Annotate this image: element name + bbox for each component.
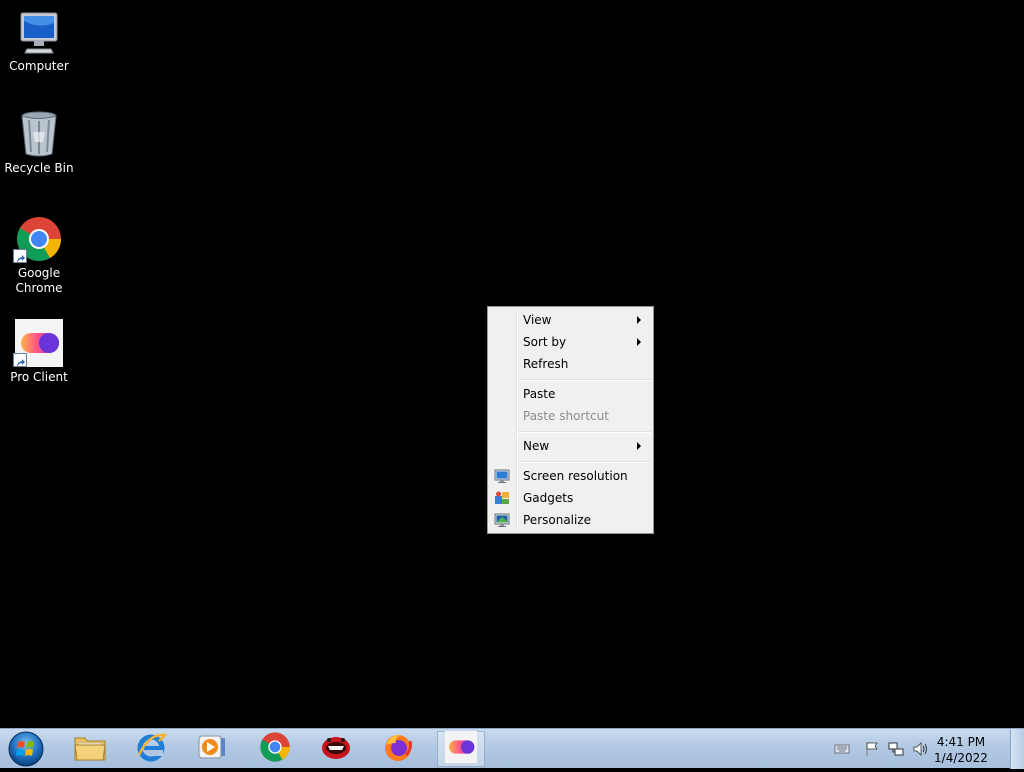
taskbar-media-player[interactable]	[188, 731, 236, 767]
desktop-icon-google-chrome[interactable]: Google Chrome	[1, 215, 77, 296]
chrome-icon	[13, 215, 63, 263]
clock-date: 1/4/2022	[934, 751, 988, 765]
menu-item-label: View	[523, 313, 552, 327]
menu-separator	[518, 461, 651, 463]
submenu-arrow-icon	[637, 316, 641, 324]
menu-item-paste[interactable]: Paste	[490, 383, 651, 405]
show-desktop-button[interactable]	[1010, 729, 1024, 769]
network-icon[interactable]	[888, 741, 904, 757]
chrome-icon	[259, 731, 291, 767]
menu-item-screen-resolution[interactable]: Screen resolution	[490, 465, 651, 487]
taskbar-firefox[interactable]	[374, 731, 422, 767]
pro-client-icon	[13, 319, 63, 367]
menu-item-label: Screen resolution	[523, 469, 628, 483]
taskbar-windows-explorer[interactable]	[66, 731, 114, 767]
menu-item-label: Gadgets	[523, 491, 574, 505]
keyboard-icon[interactable]	[834, 741, 850, 757]
menu-item-refresh[interactable]: Refresh	[490, 353, 651, 375]
menu-item-paste-shortcut[interactable]: Paste shortcut	[490, 405, 651, 427]
menu-separator	[518, 431, 651, 433]
system-tray: 4:41 PM 1/4/2022	[824, 729, 1024, 769]
desktop-icon-label: Pro Client	[10, 370, 68, 384]
menu-item-label: Sort by	[523, 335, 567, 349]
desktop-icon-computer[interactable]: Computer	[1, 8, 77, 74]
desktop-icon-label: Google Chrome	[15, 266, 63, 295]
desktop[interactable]: Computer Recycle Bin Google Chrome Pro C…	[0, 0, 1024, 728]
menu-item-sort-by[interactable]: Sort by	[490, 331, 651, 353]
desktop-context-menu: View Sort by Refresh Paste Paste shortcu…	[487, 306, 654, 534]
menu-item-gadgets[interactable]: Gadgets	[490, 487, 651, 509]
menu-separator	[518, 379, 651, 381]
recycle-bin-icon	[15, 110, 63, 158]
desktop-icon-recycle-bin[interactable]: Recycle Bin	[1, 110, 77, 176]
media-player-icon	[197, 733, 227, 765]
menu-item-label: New	[523, 439, 550, 453]
personalize-icon	[494, 512, 510, 528]
gadgets-icon	[494, 490, 510, 506]
submenu-arrow-icon	[637, 442, 641, 450]
desktop-icon-label: Computer	[9, 59, 69, 73]
computer-icon	[15, 8, 63, 56]
shortcut-arrow-icon	[13, 249, 27, 263]
red-app-icon	[320, 731, 352, 767]
menu-item-label: Paste shortcut	[523, 409, 609, 423]
taskbar: 4:41 PM 1/4/2022	[0, 728, 1024, 769]
menu-item-label: Personalize	[523, 513, 592, 527]
action-center-flag-icon[interactable]	[864, 741, 880, 757]
desktop-icon-label: Recycle Bin	[4, 161, 74, 175]
taskbar-internet-explorer[interactable]	[127, 731, 175, 767]
menu-item-label: Paste	[523, 387, 556, 401]
taskbar-red-app[interactable]	[312, 731, 360, 767]
shortcut-arrow-icon	[13, 353, 27, 367]
taskbar-pro-client[interactable]	[437, 731, 485, 767]
start-button[interactable]	[6, 730, 46, 768]
pro-client-icon	[445, 731, 477, 767]
menu-item-new[interactable]: New	[490, 435, 651, 457]
submenu-arrow-icon	[637, 338, 641, 346]
menu-item-view[interactable]: View	[490, 309, 651, 331]
firefox-icon	[382, 731, 414, 767]
desktop-icon-pro-client[interactable]: Pro Client	[1, 319, 77, 385]
menu-item-label: Refresh	[523, 357, 569, 371]
monitor-icon	[494, 468, 510, 484]
menu-item-personalize[interactable]: Personalize	[490, 509, 651, 531]
clock-time: 4:41 PM	[936, 735, 986, 749]
folder-icon	[73, 732, 107, 766]
taskbar-google-chrome[interactable]	[251, 731, 299, 767]
ie-icon	[135, 731, 168, 767]
taskbar-clock[interactable]: 4:41 PM 1/4/2022	[926, 734, 996, 766]
